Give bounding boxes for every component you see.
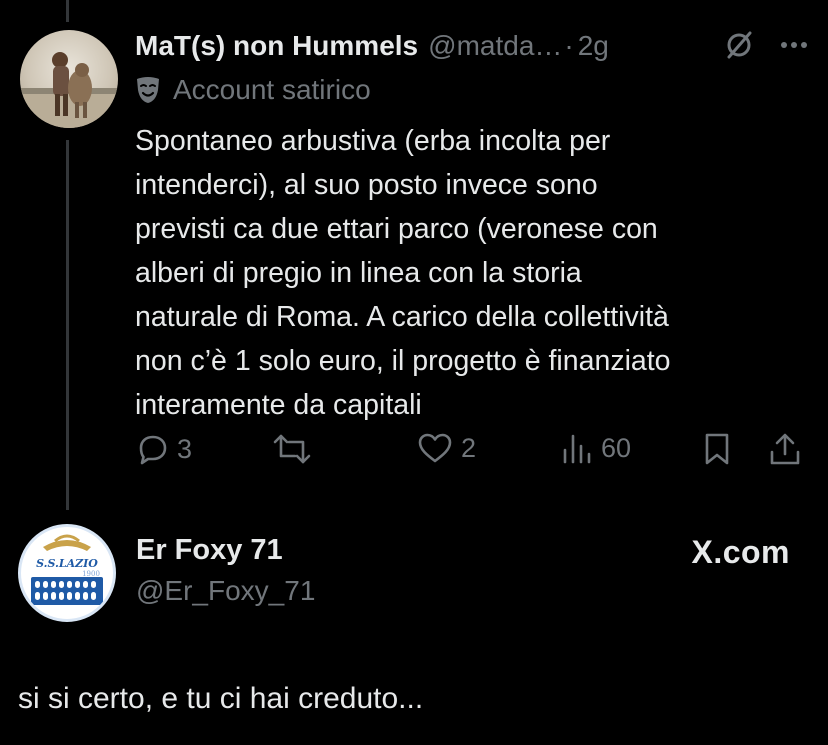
tweet-line: Spontaneo arbustiva (erba incolta per <box>135 125 611 157</box>
reply-author-handle[interactable]: @Er_Foxy_71 <box>136 575 315 607</box>
mask-icon <box>135 76 161 104</box>
satire-label: Account satirico <box>135 74 371 106</box>
reply-author-name[interactable]: Er Foxy 71 <box>136 534 315 567</box>
brand-text: X.com <box>691 534 790 570</box>
tweet-line: non c’è 1 solo euro, il progetto è finan… <box>135 345 671 377</box>
reply-icon <box>135 432 169 466</box>
reply-button[interactable]: 3 <box>135 432 192 466</box>
bookmark-button[interactable] <box>703 432 731 466</box>
views-count: 60 <box>601 432 632 463</box>
separator-dot: · <box>564 30 574 61</box>
views-icon <box>561 432 593 464</box>
x-brand: X.com <box>691 534 790 571</box>
action-bar: 3 2 60 <box>135 432 808 476</box>
tweet-line: alberi di pregio in linea con la storia <box>135 257 582 289</box>
heart-icon <box>417 432 453 464</box>
author-handle[interactable]: @matda… <box>428 30 562 62</box>
label-text: Account satirico <box>173 74 371 105</box>
avatar-club-text: S.S.LAZIO <box>36 557 98 570</box>
tweet-line: interamente da capitali <box>135 389 422 421</box>
bookmark-icon <box>703 432 731 466</box>
author-avatar[interactable] <box>20 30 118 128</box>
share-icon <box>769 432 801 466</box>
like-count: 2 <box>461 432 477 463</box>
author-name[interactable]: MaT(s) non Hummels <box>135 30 418 62</box>
share-button[interactable] <box>769 432 801 466</box>
lazio-logo-icon: S.S.LAZIO 1900 <box>27 534 107 605</box>
reply-count: 3 <box>177 433 193 464</box>
avatar-year-text: 1900 <box>82 570 100 578</box>
tweet-header: MaT(s) non Hummels @matda… · 2g <box>135 26 808 66</box>
header-icons <box>724 30 808 60</box>
retweet-button[interactable] <box>273 432 311 466</box>
retweet-icon <box>273 432 311 466</box>
more-icon[interactable] <box>780 41 808 49</box>
views-button[interactable]: 60 <box>561 432 631 464</box>
tweet-line: naturale di Roma. A carico della collett… <box>135 301 669 333</box>
reply-text: si si certo, e tu ci hai creduto... <box>18 682 424 715</box>
grok-icon[interactable] <box>724 30 754 60</box>
reply-header: Er Foxy 71 @Er_Foxy_71 <box>136 534 315 607</box>
tweet-line: intenderci), al suo posto invece sono <box>135 169 598 201</box>
tweet-text: Spontaneo arbustiva (erba incolta per in… <box>135 119 805 427</box>
reply-avatar[interactable]: S.S.LAZIO 1900 <box>18 524 116 622</box>
avatar-photo-icon <box>20 52 118 128</box>
tweet-line: previsti ca due ettari parco (veronese c… <box>135 213 658 245</box>
like-button[interactable]: 2 <box>417 432 476 464</box>
tweet-time[interactable]: 2g <box>578 30 609 62</box>
thread-line-top <box>66 0 69 22</box>
thread-line <box>66 140 69 510</box>
